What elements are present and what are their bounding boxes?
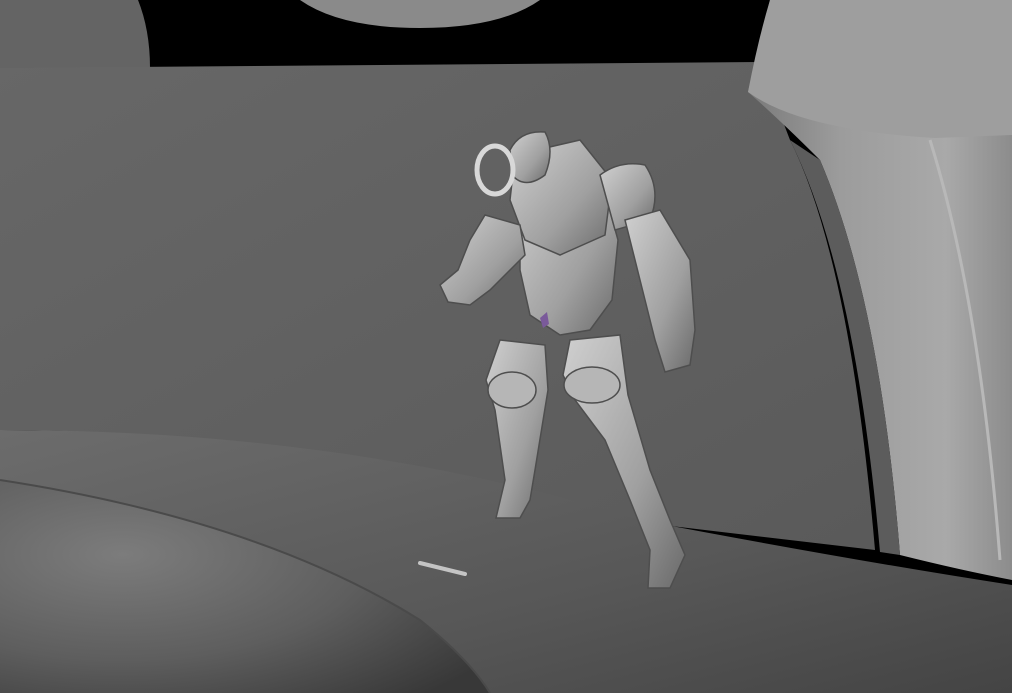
3d-viewport[interactable] [0, 0, 1012, 693]
viewport-canvas[interactable] [0, 0, 1012, 693]
robot-right-knee [563, 366, 621, 404]
robot-left-knee [487, 371, 537, 409]
left-column [0, 0, 150, 68]
